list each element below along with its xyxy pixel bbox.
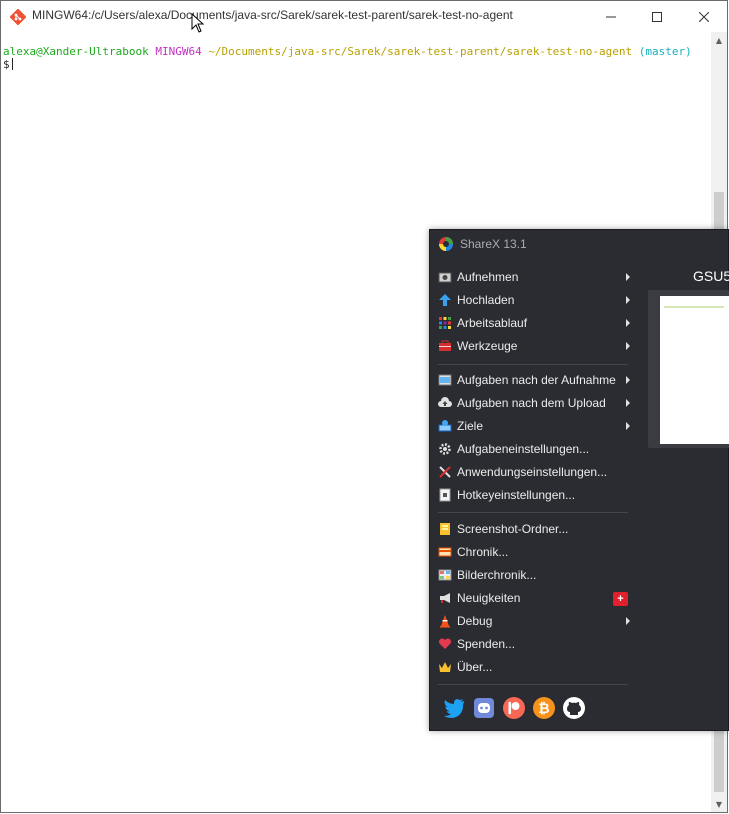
sharex-title-bar[interactable]: ShareX 13.1	[430, 230, 728, 258]
grid-dots-icon	[439, 317, 451, 329]
prompt-env: MINGW64	[155, 45, 202, 58]
preview-label: GSU5	[693, 268, 729, 284]
text-caret	[11, 58, 13, 70]
menu-item-debug[interactable]: Debug	[438, 610, 630, 632]
menu-item-label: Chronik...	[457, 545, 509, 559]
menu-item-label: Debug	[457, 614, 493, 628]
preview-thumbnail	[660, 296, 729, 444]
social-links: ₿	[442, 696, 586, 720]
menu-item-aufnehmen[interactable]: Aufnehmen	[438, 266, 630, 288]
tools-icon	[439, 466, 451, 478]
heart-icon	[438, 638, 452, 649]
submenu-arrow-icon	[626, 319, 630, 327]
crown-icon	[439, 662, 451, 672]
submenu-arrow-icon	[626, 617, 630, 625]
patreon-icon[interactable]	[502, 696, 526, 720]
menu-item-label: Hotkeyeinstellungen...	[457, 488, 576, 502]
sharex-window: ShareX 13.1 Aufnehmen Hochladen Arbeitsa…	[429, 229, 729, 731]
menu-item-label: Neuigkeiten	[457, 591, 521, 605]
github-icon[interactable]	[562, 696, 586, 720]
menu-item-arbeitsablauf[interactable]: Arbeitsablauf	[438, 312, 630, 334]
input-line[interactable]: $	[3, 58, 13, 71]
menu-item-label: Aufgaben nach der Aufnahme	[457, 373, 616, 387]
window-title: MINGW64:/c/Users/alexa/Documents/java-sr…	[32, 8, 513, 22]
menu-item-hotkeyeinstellungen[interactable]: Hotkeyeinstellungen...	[438, 484, 630, 506]
keyboard-icon	[439, 488, 451, 502]
menu-separator	[438, 512, 628, 513]
close-button[interactable]	[681, 1, 727, 32]
svg-text:₿: ₿	[538, 701, 549, 717]
menu-item-bilderchronik[interactable]: Bilderchronik...	[438, 564, 630, 586]
submenu-arrow-icon	[626, 296, 630, 304]
gear-icon	[439, 443, 451, 455]
menu-separator	[438, 364, 628, 365]
menu-item-label: Hochladen	[457, 293, 515, 307]
menu-item-aufgabeneinstellungen[interactable]: Aufgabeneinstellungen...	[438, 438, 630, 460]
menu-item-label: Aufgabeneinstellungen...	[457, 442, 590, 456]
toolbox-icon	[439, 340, 451, 351]
sharex-logo-icon	[439, 237, 453, 251]
menu-item-ziele[interactable]: Ziele	[438, 415, 630, 437]
maximize-icon	[652, 11, 662, 22]
mouse-pointer-icon	[191, 13, 205, 33]
submenu-arrow-icon	[626, 422, 630, 430]
megaphone-icon	[440, 593, 450, 603]
twitter-icon[interactable]	[442, 696, 466, 720]
folder-icon	[440, 523, 450, 535]
upload-arrow-icon	[439, 294, 451, 306]
camera-icon	[438, 272, 452, 283]
menu-item-chronik[interactable]: Chronik...	[438, 541, 630, 563]
prompt-user: alexa@Xander-Ultrabook	[3, 45, 149, 58]
traffic-cone-icon	[440, 615, 450, 628]
prompt-symbol: $	[3, 58, 10, 71]
sharex-title: ShareX 13.1	[460, 237, 527, 251]
menu-separator	[438, 684, 628, 685]
image-history-icon	[438, 569, 452, 581]
news-badge: +	[613, 592, 628, 606]
menu-item-neuigkeiten[interactable]: Neuigkeiten	[438, 587, 630, 609]
maximize-button[interactable]	[634, 1, 680, 32]
menu-item-label: Aufgaben nach dem Upload	[457, 396, 606, 410]
image-task-icon	[438, 374, 452, 386]
menu-item-aufgaben-nach-aufnahme[interactable]: Aufgaben nach der Aufnahme	[438, 369, 630, 391]
submenu-arrow-icon	[626, 376, 630, 384]
minimize-icon	[606, 16, 616, 17]
menu-item-label: Arbeitsablauf	[457, 316, 528, 330]
menu-item-label: Spenden...	[457, 637, 516, 651]
menu-item-label: Ziele	[457, 419, 484, 433]
menu-item-label: Aufnehmen	[457, 270, 519, 284]
menu-item-ueber[interactable]: Über...	[438, 656, 630, 678]
destinations-icon	[438, 420, 452, 432]
menu-item-label: Anwendungseinstellungen...	[457, 465, 608, 479]
prompt-line: alexa@Xander-Ultrabook MINGW64 ~/Documen…	[3, 45, 692, 58]
cloud-upload-icon	[438, 397, 452, 407]
bitcoin-icon[interactable]: ₿	[532, 696, 556, 720]
close-icon	[699, 11, 709, 22]
prompt-branch: (master)	[638, 45, 692, 58]
submenu-arrow-icon	[626, 342, 630, 350]
menu-item-label: Bilderchronik...	[457, 568, 537, 582]
title-bar[interactable]: MINGW64:/c/Users/alexa/Documents/java-sr…	[1, 1, 727, 32]
menu-item-aufgaben-nach-upload[interactable]: Aufgaben nach dem Upload	[438, 392, 630, 414]
menu-item-hochladen[interactable]: Hochladen	[438, 289, 630, 311]
menu-item-screenshot-ordner[interactable]: Screenshot-Ordner...	[438, 518, 630, 540]
git-logo-icon	[10, 9, 26, 25]
menu-item-anwendungseinstellungen[interactable]: Anwendungseinstellungen...	[438, 461, 630, 483]
minimize-button[interactable]	[588, 1, 634, 32]
preview-text-line	[664, 306, 724, 308]
submenu-arrow-icon	[626, 273, 630, 281]
discord-icon[interactable]	[472, 696, 496, 720]
scroll-down-icon[interactable]: ▼	[711, 796, 727, 812]
submenu-arrow-icon	[626, 399, 630, 407]
scroll-up-icon[interactable]: ▲	[711, 32, 727, 48]
history-card-icon	[438, 547, 452, 557]
menu-item-label: Werkzeuge	[457, 339, 518, 353]
menu-item-werkzeuge[interactable]: Werkzeuge	[438, 335, 630, 357]
menu-item-label: Über...	[457, 660, 493, 674]
menu-item-spenden[interactable]: Spenden...	[438, 633, 630, 655]
menu-item-label: Screenshot-Ordner...	[457, 522, 569, 536]
prompt-path: ~/Documents/java-src/Sarek/sarek-test-pa…	[208, 45, 633, 58]
screenshot-preview[interactable]	[648, 290, 729, 448]
